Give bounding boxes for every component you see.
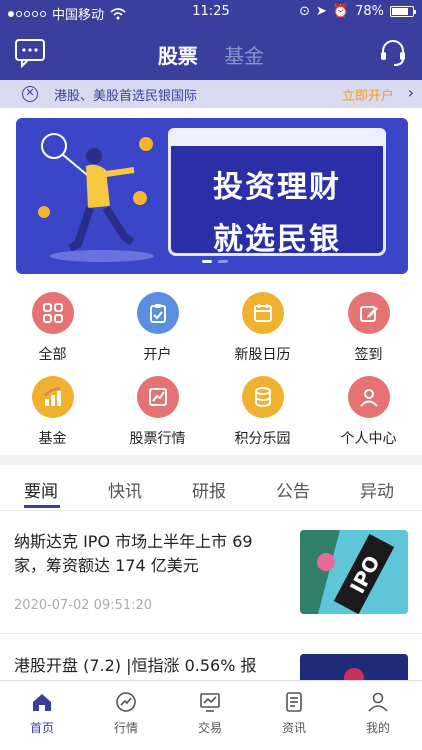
shortcut-personal-center[interactable]: 个人中心 (316, 376, 421, 448)
battery-icon (390, 6, 416, 17)
customer-service-icon[interactable] (378, 38, 408, 68)
promo-banner[interactable]: 投资理财 就选民银 (16, 118, 408, 274)
trade-icon (200, 693, 220, 712)
market-icon (116, 692, 136, 712)
billboard-toolbar (168, 128, 386, 146)
grid-icon (31, 292, 74, 334)
tab-label: 资讯 (281, 721, 306, 735)
news-title: 港股开盘 (7.2) |恒指涨 0.56% 报 24563 点 太古集团股 (0… (14, 656, 257, 675)
app-header: 中国移动 11:25 ⊙ ➤ ⏰ 78% 股票 基金 (0, 0, 422, 80)
rotation-lock-icon: ⊙ (299, 4, 310, 19)
calendar-icon (241, 292, 284, 334)
status-bar: 中国移动 11:25 ⊙ ➤ ⏰ 78% (0, 0, 422, 24)
shortcut-label: 全部 (38, 347, 67, 363)
alarm-icon: ⏰ (332, 4, 350, 19)
news-thumbnail (300, 654, 408, 680)
shortcut-label: 基金 (38, 431, 67, 447)
profile-icon (368, 692, 388, 712)
tab-label: 首页 (29, 721, 54, 735)
banner-headline-2: 就选民银 (213, 222, 341, 257)
investor-illustration (38, 133, 154, 262)
shortcut-stock-quotes[interactable]: 股票行情 (105, 376, 210, 448)
news-icon (286, 692, 302, 712)
news-tabs: 要闻 快讯 研报 公告 异动 (0, 465, 422, 511)
banner-pager (202, 260, 228, 263)
section-divider (0, 455, 422, 465)
tab-trade[interactable]: 交易 (168, 691, 252, 736)
tab-research[interactable]: 研报 (192, 477, 226, 502)
news-title: 纳斯达克 IPO 市场上半年上市 69 家，筹资额达 174 亿美元 (14, 532, 253, 575)
tab-movers[interactable]: 异动 (360, 477, 394, 502)
shortcut-label: 个人中心 (340, 431, 397, 447)
tab-market[interactable]: 行情 (84, 691, 168, 736)
chevron-right-icon[interactable]: › (408, 83, 414, 102)
shortcut-checkin[interactable]: 签到 (316, 292, 421, 364)
shortcut-label: 开户 (143, 347, 172, 363)
bar-chart-icon (31, 376, 74, 418)
tab-label: 交易 (197, 721, 222, 735)
notice-bar: ✕ 港股、美股首选民银国际 立即开户 › (0, 80, 422, 108)
tab-label: 行情 (113, 721, 138, 735)
trend-icon (136, 376, 179, 418)
tab-news[interactable]: 资讯 (252, 691, 336, 736)
location-icon: ➤ (316, 4, 327, 19)
user-icon (347, 376, 390, 418)
tab-funds[interactable]: 基金 (224, 44, 264, 68)
news-thumbnail: IPO (300, 530, 408, 614)
home-icon (33, 694, 51, 711)
tab-headlines[interactable]: 要闻 (24, 477, 58, 502)
shortcut-label: 股票行情 (129, 431, 186, 447)
news-item[interactable]: 港股开盘 (7.2) |恒指涨 0.56% 报 24563 点 太古集团股 (0… (0, 654, 422, 680)
news-item[interactable]: 纳斯达克 IPO 市场上半年上市 69 家，筹资额达 174 亿美元 2020-… (0, 530, 422, 634)
notice-text: 港股、美股首选民银国际 (54, 89, 198, 104)
coins-icon (241, 376, 284, 418)
shortcut-label: 新股日历 (234, 347, 291, 363)
tab-announcements[interactable]: 公告 (276, 477, 310, 502)
tab-flash[interactable]: 快讯 (108, 477, 142, 502)
shortcut-points-park[interactable]: 积分乐园 (210, 376, 315, 448)
banner-headline-1: 投资理财 (213, 170, 341, 205)
tab-me[interactable]: 我的 (336, 691, 420, 736)
tab-stocks[interactable]: 股票 (158, 44, 198, 68)
clipboard-check-icon (136, 292, 179, 334)
edit-icon (347, 292, 390, 334)
shortcut-label: 积分乐园 (234, 431, 291, 447)
shortcut-open-account[interactable]: 开户 (105, 292, 210, 364)
open-account-link[interactable]: 立即开户 (342, 85, 394, 104)
close-icon[interactable]: ✕ (22, 86, 38, 102)
news-time: 2020-07-02 09:51:20 (14, 598, 153, 613)
shortcut-label: 签到 (354, 347, 383, 363)
battery-percent: 78% (355, 4, 384, 19)
tab-home[interactable]: 首页 (0, 691, 84, 736)
shortcut-funds[interactable]: 基金 (0, 376, 105, 448)
shortcut-ipo-calendar[interactable]: 新股日历 (210, 292, 315, 364)
shortcut-all[interactable]: 全部 (0, 292, 105, 364)
bottom-tab-bar: 首页 行情 交易 资讯 我的 (0, 680, 422, 750)
active-tab-indicator (24, 505, 60, 508)
tab-label: 我的 (365, 721, 390, 735)
top-nav: 股票 基金 (0, 28, 422, 80)
